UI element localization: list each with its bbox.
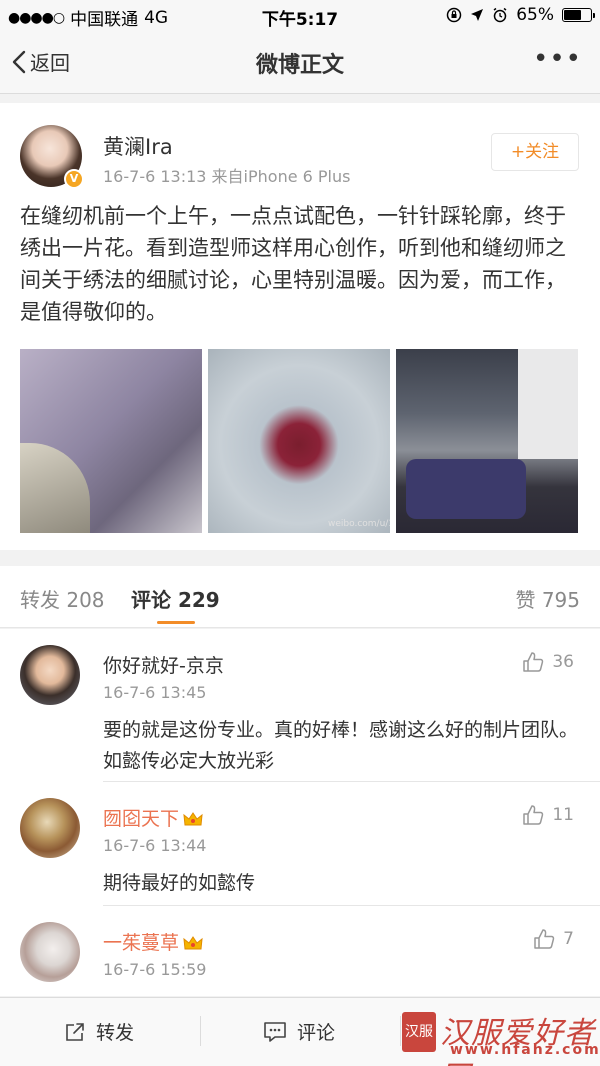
comment-item: 你好就好-京京 16-7-6 13:45 36 要的就是这份专业。真的好棒！感谢… <box>0 629 600 782</box>
battery-percent: 65% <box>516 5 554 25</box>
comment-like-count: 36 <box>552 652 574 672</box>
comment-time: 16-7-6 13:45 <box>103 683 207 702</box>
site-watermark-url: www.hfahz.com <box>450 1042 600 1058</box>
repost-button[interactable]: 转发 <box>64 1018 134 1045</box>
comment-time: 16-7-6 15:59 <box>103 960 207 979</box>
post-image-sewing-studio[interactable] <box>396 349 578 533</box>
page-title: 微博正文 <box>255 53 344 78</box>
repost-label: 转发 <box>96 1022 135 1044</box>
verified-badge-icon: V <box>64 169 84 189</box>
commenter-name-text: 一茱蔓草 <box>103 932 180 954</box>
post-images: weibo.com/u/140 <box>20 349 580 533</box>
toolbar-divider <box>200 1016 201 1046</box>
location-icon <box>471 9 484 21</box>
lock-rotation-icon <box>446 7 462 23</box>
commenter-name[interactable]: 一茱蔓草 <box>103 928 203 955</box>
follow-button[interactable]: +关注 <box>491 133 579 171</box>
commenter-name-text: 囫囵天下 <box>103 808 180 830</box>
comment-item: 囫囵天下 16-7-6 13:44 11 期待最好的如懿传 <box>0 782 600 906</box>
commenter-avatar[interactable] <box>20 922 80 982</box>
comment-like-button[interactable]: 11 <box>522 804 574 826</box>
crown-icon <box>183 936 203 950</box>
comment-like-button[interactable]: 7 <box>533 928 574 950</box>
post-image-embroidered-flower[interactable]: weibo.com/u/140 <box>208 349 390 533</box>
thumbs-up-icon <box>534 929 555 949</box>
comment-text: 要的就是这份专业。真的好棒！感谢这么好的制片团队。如懿传必定大放光彩 <box>103 719 579 772</box>
thumbs-up-icon <box>523 805 544 825</box>
comment-label: 评论 <box>297 1022 336 1044</box>
commenter-avatar[interactable] <box>20 645 80 705</box>
comment-text: 期待最好的如懿传 <box>103 872 256 894</box>
comment-item: 一茱蔓草 16-7-6 15:59 7 <box>0 906 600 996</box>
repost-icon <box>66 1022 84 1041</box>
battery-fill <box>564 10 581 20</box>
status-right: 65% <box>446 5 595 25</box>
comment-icon <box>264 1021 286 1042</box>
comment-like-count: 11 <box>552 805 574 825</box>
post-text: 在缝纫机前一个上午，一点点试配色，一针针踩轮廓，终于绣出一片花。看到造型师这样用… <box>20 204 566 324</box>
comment-button[interactable]: 评论 <box>263 1018 335 1045</box>
nav-bar: 返回 微博正文 ••• <box>0 30 600 94</box>
post-card: V 黄澜Ira 16-7-6 13:13 来自iPhone 6 Plus +关注… <box>0 103 600 550</box>
site-watermark-stamp: 汉服 <box>402 1012 436 1052</box>
tab-like[interactable]: 赞 795 <box>515 584 580 613</box>
tab-comment[interactable]: 评论 229 <box>131 584 220 613</box>
crown-icon <box>183 812 203 826</box>
author-name[interactable]: 黄澜Ira <box>103 131 173 161</box>
status-bar: ●●●●○ 中国联通 4G 下午5:17 65% <box>0 0 600 30</box>
more-button[interactable]: ••• <box>533 44 582 74</box>
tab-repost[interactable]: 转发 208 <box>20 584 105 613</box>
commenter-name[interactable]: 你好就好-京京 <box>103 651 224 678</box>
thumbs-up-icon <box>523 652 544 672</box>
comment-list: 你好就好-京京 16-7-6 13:45 36 要的就是这份专业。真的好棒！感谢… <box>0 629 600 996</box>
comment-like-button[interactable]: 36 <box>522 651 574 673</box>
comment-like-count: 7 <box>563 929 574 949</box>
commenter-avatar[interactable] <box>20 798 80 858</box>
commenter-name[interactable]: 囫囵天下 <box>103 804 203 831</box>
toolbar-divider <box>400 1016 401 1046</box>
battery-icon <box>562 8 595 22</box>
alarm-icon <box>493 7 507 23</box>
interaction-tabs: 转发 208 评论 229 赞 795 <box>0 566 600 628</box>
post-image-embroidery-blossoms[interactable] <box>20 349 202 533</box>
post-meta: 16-7-6 13:13 来自iPhone 6 Plus <box>103 167 351 186</box>
image-watermark: weibo.com/u/140 <box>328 519 390 529</box>
comment-time: 16-7-6 13:44 <box>103 836 207 855</box>
active-tab-indicator <box>157 621 195 624</box>
